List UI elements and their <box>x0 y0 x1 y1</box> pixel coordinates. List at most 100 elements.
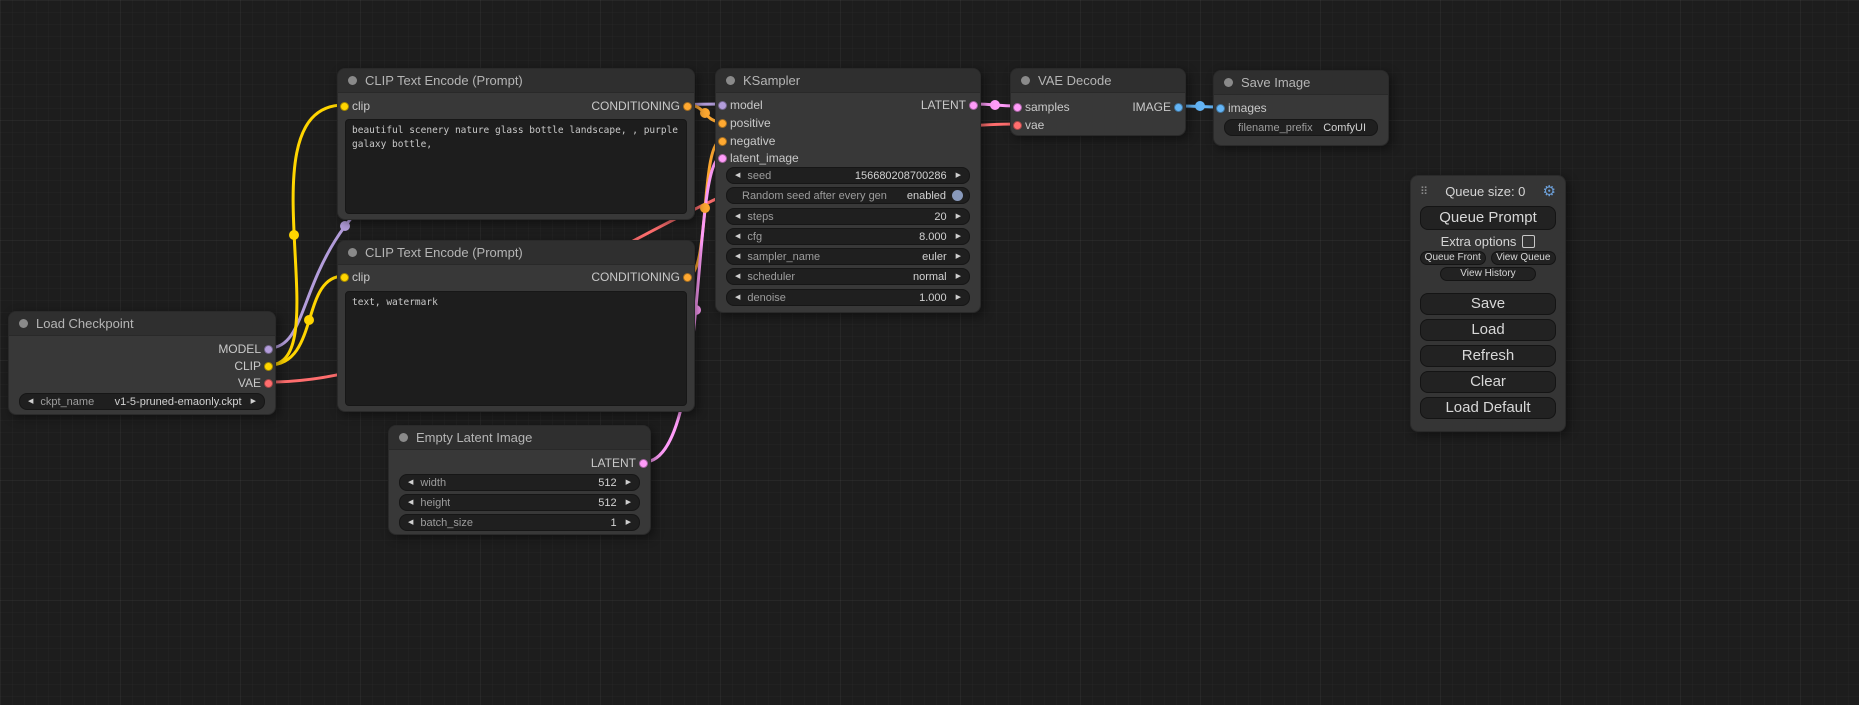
drag-handle-icon[interactable]: ⠿ <box>1420 185 1428 198</box>
widget-scheduler[interactable]: ◀ scheduler normal ▶ <box>726 268 970 285</box>
node-titlebar[interactable]: Save Image <box>1214 71 1388 95</box>
node-titlebar[interactable]: VAE Decode <box>1011 69 1185 93</box>
input-label-positive: positive <box>730 116 771 130</box>
prompt-text-area[interactable]: text, watermark <box>345 291 687 406</box>
collapse-dot-icon[interactable] <box>348 248 357 257</box>
widget-batch-size[interactable]: ◀ batch_size 1 ▶ <box>399 514 640 531</box>
toggle-dot-icon[interactable] <box>952 190 963 201</box>
extra-options-checkbox[interactable] <box>1522 235 1535 248</box>
node-titlebar[interactable]: CLIP Text Encode (Prompt) <box>338 241 694 265</box>
node-clip-text-encode-positive[interactable]: CLIP Text Encode (Prompt) clip CONDITION… <box>337 68 695 220</box>
input-port-vae[interactable] <box>1013 121 1022 130</box>
widget-label: cfg <box>747 231 762 243</box>
output-port-conditioning[interactable] <box>683 273 692 282</box>
node-empty-latent-image[interactable]: Empty Latent Image LATENT ◀ width 512 ▶ … <box>388 425 651 535</box>
load-default-button[interactable]: Load Default <box>1420 397 1556 419</box>
widget-filename-prefix[interactable]: filename_prefix ComfyUI <box>1224 119 1378 136</box>
clear-button[interactable]: Clear <box>1420 371 1556 393</box>
input-port-latent-image[interactable] <box>718 154 727 163</box>
increment-arrow-icon[interactable]: ▶ <box>953 290 964 305</box>
input-port-model[interactable] <box>718 101 727 110</box>
node-titlebar[interactable]: Empty Latent Image <box>389 426 650 450</box>
output-port-vae[interactable] <box>264 379 273 388</box>
widget-width[interactable]: ◀ width 512 ▶ <box>399 474 640 491</box>
widget-value: 512 <box>598 497 616 509</box>
widget-cfg[interactable]: ◀ cfg 8.000 ▶ <box>726 228 970 245</box>
input-port-negative[interactable] <box>718 137 727 146</box>
increment-arrow-icon[interactable]: ▶ <box>623 475 634 490</box>
increment-arrow-icon[interactable]: ▶ <box>623 495 634 510</box>
collapse-dot-icon[interactable] <box>399 433 408 442</box>
prompt-text-area[interactable]: beautiful scenery nature glass bottle la… <box>345 119 687 214</box>
collapse-dot-icon[interactable] <box>726 76 735 85</box>
settings-gear-icon[interactable]: ⚙ <box>1543 184 1556 199</box>
decrement-arrow-icon[interactable]: ◀ <box>405 495 416 510</box>
decrement-arrow-icon[interactable]: ◀ <box>405 515 416 530</box>
input-label-negative: negative <box>730 134 775 148</box>
widget-value: 1 <box>610 517 616 529</box>
output-label-latent: LATENT <box>921 98 966 112</box>
decrement-arrow-icon[interactable]: ◀ <box>732 209 743 224</box>
node-title: Empty Latent Image <box>416 430 532 445</box>
prev-option-arrow-icon[interactable]: ◀ <box>732 249 743 264</box>
decrement-arrow-icon[interactable]: ◀ <box>732 229 743 244</box>
input-port-clip[interactable] <box>340 102 349 111</box>
refresh-button[interactable]: Refresh <box>1420 345 1556 367</box>
node-load-checkpoint[interactable]: Load Checkpoint MODEL CLIP VAE ◀ ckpt_na… <box>8 311 276 415</box>
increment-arrow-icon[interactable]: ▶ <box>953 209 964 224</box>
queue-menu-panel: ⠿ Queue size: 0 ⚙ Queue Prompt Extra opt… <box>1410 175 1566 432</box>
node-clip-text-encode-negative[interactable]: CLIP Text Encode (Prompt) clip CONDITION… <box>337 240 695 412</box>
output-port-latent[interactable] <box>969 101 978 110</box>
increment-arrow-icon[interactable]: ▶ <box>953 168 964 183</box>
widget-height[interactable]: ◀ height 512 ▶ <box>399 494 640 511</box>
node-titlebar[interactable]: Load Checkpoint <box>9 312 275 336</box>
widget-seed[interactable]: ◀ seed 156680208700286 ▶ <box>726 167 970 184</box>
widget-ckpt-name[interactable]: ◀ ckpt_name v1-5-pruned-emaonly.ckpt ▶ <box>19 393 265 410</box>
next-option-arrow-icon[interactable]: ▶ <box>953 269 964 284</box>
collapse-dot-icon[interactable] <box>1021 76 1030 85</box>
widget-random-seed-toggle[interactable]: Random seed after every gen enabled <box>726 187 970 204</box>
next-option-arrow-icon[interactable]: ▶ <box>953 249 964 264</box>
node-titlebar[interactable]: CLIP Text Encode (Prompt) <box>338 69 694 93</box>
node-title: CLIP Text Encode (Prompt) <box>365 245 523 260</box>
queue-prompt-button[interactable]: Queue Prompt <box>1420 206 1556 230</box>
load-button[interactable]: Load <box>1420 319 1556 341</box>
input-port-positive[interactable] <box>718 119 727 128</box>
increment-arrow-icon[interactable]: ▶ <box>623 515 634 530</box>
node-vae-decode[interactable]: VAE Decode samples vae IMAGE <box>1010 68 1186 136</box>
collapse-dot-icon[interactable] <box>19 319 28 328</box>
widget-value: 20 <box>934 211 946 223</box>
view-queue-button[interactable]: View Queue <box>1491 251 1557 265</box>
node-titlebar[interactable]: KSampler <box>716 69 980 93</box>
prev-option-arrow-icon[interactable]: ◀ <box>25 394 36 409</box>
link-midpoint-image <box>1195 101 1205 111</box>
collapse-dot-icon[interactable] <box>348 76 357 85</box>
input-label-clip: clip <box>352 270 370 284</box>
decrement-arrow-icon[interactable]: ◀ <box>732 290 743 305</box>
decrement-arrow-icon[interactable]: ◀ <box>405 475 416 490</box>
input-port-clip[interactable] <box>340 273 349 282</box>
queue-front-button[interactable]: Queue Front <box>1420 251 1486 265</box>
link-midpoint-model <box>340 221 350 231</box>
widget-denoise[interactable]: ◀ denoise 1.000 ▶ <box>726 289 970 306</box>
next-option-arrow-icon[interactable]: ▶ <box>248 394 259 409</box>
input-port-samples[interactable] <box>1013 103 1022 112</box>
input-port-images[interactable] <box>1216 104 1225 113</box>
collapse-dot-icon[interactable] <box>1224 78 1233 87</box>
save-button[interactable]: Save <box>1420 293 1556 315</box>
increment-arrow-icon[interactable]: ▶ <box>953 229 964 244</box>
node-graph-canvas[interactable]: Load Checkpoint MODEL CLIP VAE ◀ ckpt_na… <box>0 0 1859 705</box>
widget-label: denoise <box>747 292 786 304</box>
output-port-conditioning[interactable] <box>683 102 692 111</box>
node-ksampler[interactable]: KSampler model positive negative latent_… <box>715 68 981 313</box>
decrement-arrow-icon[interactable]: ◀ <box>732 168 743 183</box>
widget-sampler-name[interactable]: ◀ sampler_name euler ▶ <box>726 248 970 265</box>
output-port-image[interactable] <box>1174 103 1183 112</box>
prev-option-arrow-icon[interactable]: ◀ <box>732 269 743 284</box>
view-history-button[interactable]: View History <box>1440 267 1536 281</box>
output-port-latent[interactable] <box>639 459 648 468</box>
node-save-image[interactable]: Save Image images filename_prefix ComfyU… <box>1213 70 1389 146</box>
output-port-model[interactable] <box>264 345 273 354</box>
widget-steps[interactable]: ◀ steps 20 ▶ <box>726 208 970 225</box>
output-port-clip[interactable] <box>264 362 273 371</box>
